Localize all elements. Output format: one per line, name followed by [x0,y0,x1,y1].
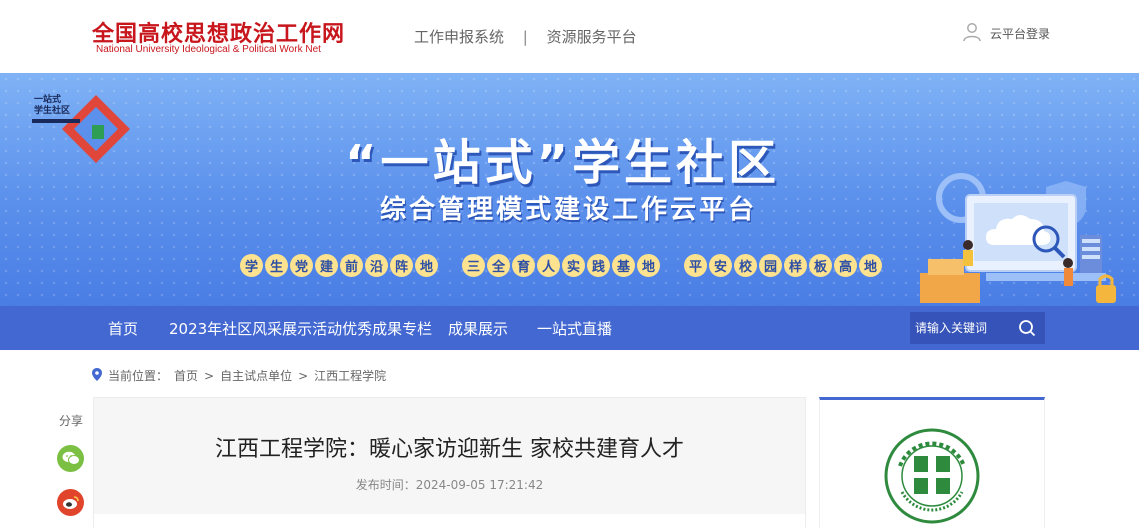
hero-banner: 一站式 学生社区 “一站式”学生社区 综合管理模式建设工作云平台 学生党建前沿阵… [0,73,1139,306]
search-input[interactable] [915,321,1015,335]
share-label: 分享 [58,414,83,428]
user-icon [962,22,982,45]
breadcrumb-current[interactable]: 江西工程学院 [314,367,386,384]
article-title: 江西工程学院：暖心家访迎新生 家校共建育人才 [215,437,684,462]
top-link-resource-platform[interactable]: 资源服务平台 [547,26,637,47]
article-panel: 江西工程学院：暖心家访迎新生 家校共建育人才 发布时间：2024-09-05 1… [93,397,806,528]
slogan-safe-campus: 平安校园样板高地 [684,254,882,277]
nav-item-live[interactable]: 一站式直播 [537,318,612,339]
breadcrumb-sep: > [298,368,309,383]
search-icon[interactable] [1018,319,1036,341]
slogan-party-building: 学生党建前沿阵地 [240,254,438,277]
banner-slogans: 学生党建前沿阵地 三全育人实践基地 平安校园样板高地 [240,254,882,277]
nav-item-achievements[interactable]: 成果展示 [448,318,508,339]
breadcrumb-home[interactable]: 首页 [174,367,198,384]
breadcrumb: 当前位置： 首页 > 自主试点单位 > 江西工程学院 [92,367,386,384]
article-body [94,514,805,528]
wechat-share-button[interactable] [57,445,84,472]
wechat-icon [62,451,80,465]
top-links: 工作申报系统 | 资源服务平台 [414,26,637,47]
weibo-share-button[interactable] [57,489,84,516]
breadcrumb-label: 当前位置： [108,369,169,383]
main-nav: 首页 2023年社区风采展示活动优秀成果专栏 成果展示 一站式直播 [0,306,1139,350]
breadcrumb-sep: > [204,368,215,383]
badge-label: 一站式 学生社区 [34,95,71,116]
nav-item-2023-showcase[interactable]: 2023年社区风采展示活动优秀成果专栏 [169,318,432,339]
cloud-platform-illustration-icon [920,173,1116,303]
site-logo-english[interactable]: National University Ideological & Politi… [96,44,321,55]
breadcrumb-pilot-units[interactable]: 自主试点单位 [220,367,292,384]
cloud-login-label: 云平台登录 [990,27,1051,41]
top-link-declaration-system[interactable]: 工作申报系统 [414,26,504,47]
top-links-separator: | [522,28,528,46]
search-box [910,312,1045,344]
jiangxi-university-of-engineering-seal-icon [884,428,980,524]
cloud-login-link[interactable]: 云平台登录 [962,22,1050,45]
school-sidebar [819,397,1045,528]
nav-item-home[interactable]: 首页 [108,318,138,339]
site-header: 全国高校思想政治工作网 National University Ideologi… [0,0,1139,73]
weibo-icon [62,496,79,509]
location-pin-icon [92,367,102,384]
article-publish-date: 发布时间：2024-09-05 17:21:42 [355,478,544,492]
slogan-education-practice: 三全育人实践基地 [462,254,660,277]
